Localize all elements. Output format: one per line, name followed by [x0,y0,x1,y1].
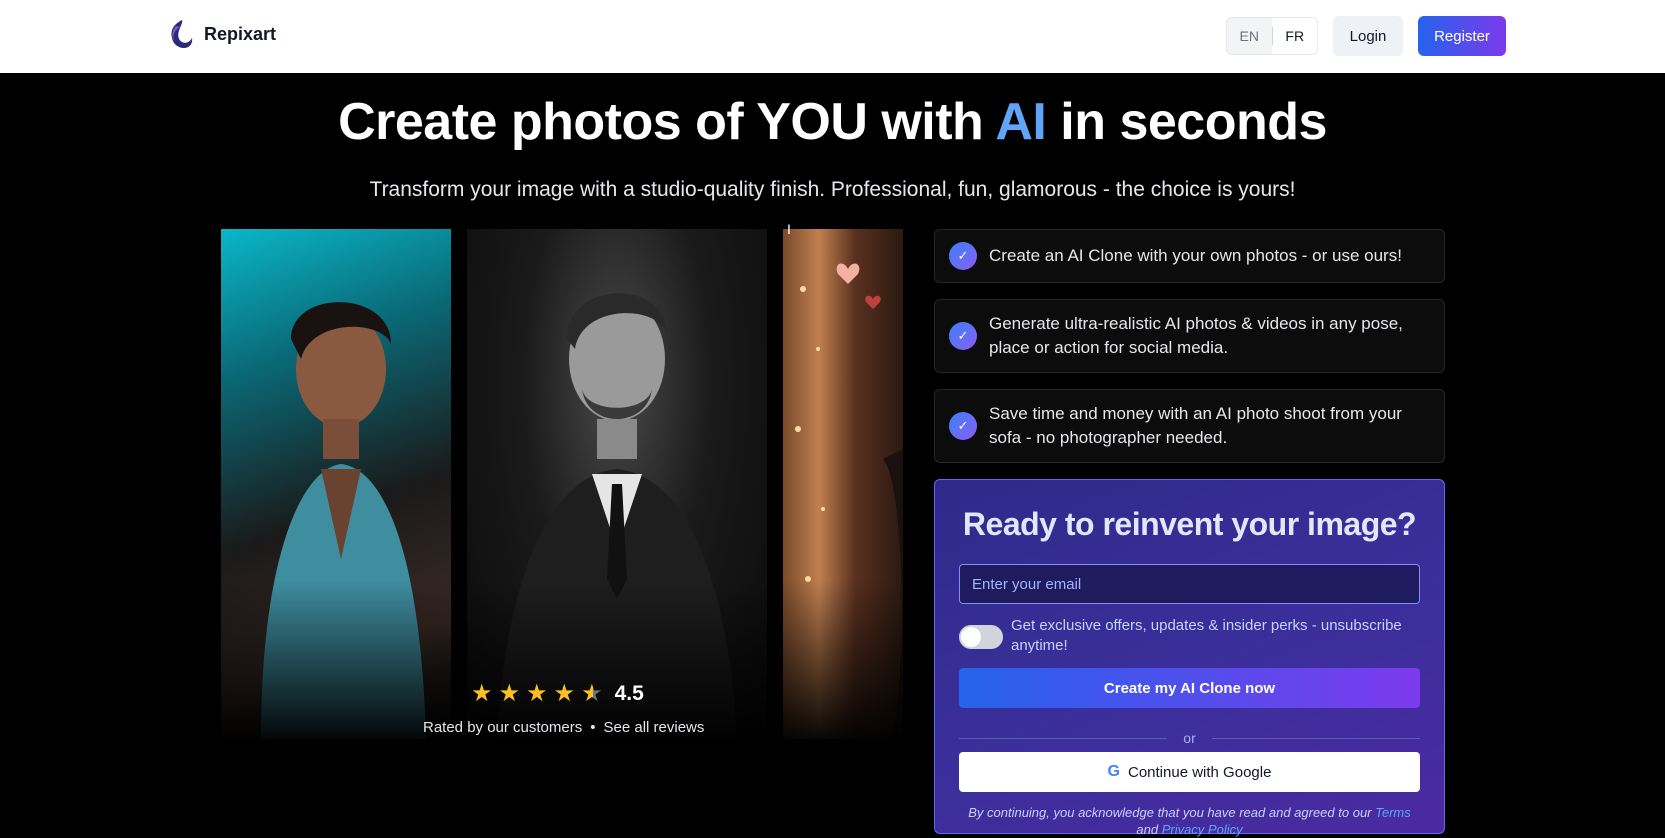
rating-value: 4.5 [614,682,644,705]
lang-en-option[interactable]: EN [1227,18,1272,54]
headline-pre: Create photos of YOU with [338,93,996,151]
feature-text: Save time and money with an AI photo sho… [989,404,1402,447]
signup-title: Ready to reinvent your image? [962,506,1417,542]
create-ai-clone-button[interactable]: Create my AI Clone now [959,668,1420,708]
photo-fade-overlay [221,579,451,739]
language-switcher: EN FR [1226,17,1318,55]
check-icon: ✓ [949,242,977,270]
photo-fade-overlay [467,579,767,739]
rating-stars: ★ ★ ★ ★ ★ 4.5 [471,682,644,706]
see-all-reviews-link[interactable]: See all reviews [604,719,705,736]
check-icon: ✓ [949,322,977,350]
signup-card: Ready to reinvent your image? Get exclus… [934,479,1445,837]
legal-text: By continuing, you acknowledge that you … [968,805,1376,820]
feature-text: Generate ultra-realistic AI photos & vid… [989,314,1403,357]
gallery-photo-man-suit [467,229,767,739]
or-label: or [1183,730,1196,746]
lang-fr-option[interactable]: FR [1273,28,1318,44]
photo-fade-overlay [783,579,903,739]
brand-name: Repixart [204,23,277,44]
star-icon: ★ [526,680,548,707]
continue-with-google-button[interactable]: G Continue with Google [959,752,1420,792]
divider-line [959,737,1168,739]
legal-notice: By continuing, you acknowledge that you … [959,804,1420,838]
repixart-logo-icon [171,20,193,48]
rated-by-text: Rated by our customers [423,719,583,736]
gallery-photo-hearts-bokeh [783,229,903,739]
top-navbar: Repixart EN FR Login Register [0,0,1665,73]
hero-subtitle: Transform your image with a studio-quali… [369,178,1296,201]
check-icon: ✓ [949,412,977,440]
toggle-knob [961,627,981,647]
headline-post: in seconds [1046,93,1327,151]
legal-and: and [1136,822,1162,837]
email-input[interactable] [959,564,1420,604]
feature-item: ✓ Create an AI Clone with your own photo… [934,229,1445,283]
terms-link[interactable]: Terms [1375,805,1411,820]
gallery-photo-woman-cyan [221,229,451,739]
or-divider: or [959,730,1421,746]
rating-caption: Rated by our customers • See all reviews [423,719,704,736]
login-button[interactable]: Login [1333,16,1403,56]
star-icon: ★ [498,680,521,707]
bullet-separator: • [590,719,596,736]
newsletter-toggle[interactable] [959,625,1003,649]
google-icon: G [1107,763,1120,780]
star-icon: ★ [471,680,493,707]
privacy-policy-link[interactable]: Privacy Policy [1162,822,1243,837]
newsletter-optin-label: Get exclusive offers, updates & insider … [1011,617,1402,654]
google-button-label: Continue with Google [1128,763,1272,781]
divider-line [1211,737,1421,739]
text-cursor-icon: I [787,221,791,237]
feature-item: ✓ Save time and money with an AI photo s… [934,389,1445,463]
register-button[interactable]: Register [1418,16,1506,56]
headline-ai: AI [995,93,1047,151]
page-title: Create photos of YOU with AI in seconds [0,92,1665,152]
brand-logo-link[interactable]: Repixart [166,18,276,50]
star-icon: ★ [553,680,576,707]
feature-text: Create an AI Clone with your own photos … [989,246,1402,265]
half-star-icon: ★ [581,680,603,707]
feature-item: ✓ Generate ultra-realistic AI photos & v… [934,299,1445,373]
